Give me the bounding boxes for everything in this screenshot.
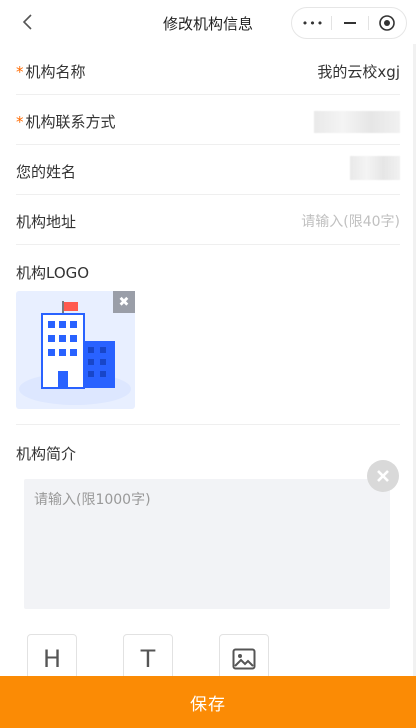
navigation-bar: 修改机构信息 ••• bbox=[0, 0, 416, 44]
close-program-button[interactable] bbox=[368, 8, 406, 38]
more-menu-button[interactable]: ••• bbox=[294, 8, 332, 38]
minus-icon bbox=[344, 22, 356, 24]
target-icon bbox=[379, 15, 395, 31]
org-logo-label: 机构LOGO bbox=[16, 264, 90, 282]
org-contact-label: * 机构联系方式 bbox=[16, 113, 116, 131]
logo-delete-button[interactable]: ✖ bbox=[113, 291, 135, 313]
heading-icon: H bbox=[42, 645, 62, 673]
org-address-input[interactable]: 请输入(限40字) bbox=[301, 211, 400, 231]
your-name-value-redacted[interactable] bbox=[350, 156, 400, 180]
org-name-row[interactable]: * 机构名称 我的云校xgj bbox=[16, 45, 400, 95]
more-dots-icon: ••• bbox=[301, 16, 325, 30]
org-address-label: 机构地址 bbox=[16, 213, 77, 231]
section-divider bbox=[16, 424, 400, 425]
org-name-value[interactable]: 我的云校xgj bbox=[317, 61, 400, 82]
org-intro-placeholder: 请输入(限1000字) bbox=[34, 492, 151, 508]
your-name-label: 您的姓名 bbox=[16, 163, 77, 181]
org-contact-row[interactable]: * 机构联系方式 bbox=[16, 95, 400, 145]
your-name-row[interactable]: 您的姓名 bbox=[16, 145, 400, 195]
intro-clear-button[interactable] bbox=[367, 460, 399, 492]
org-contact-value-redacted[interactable] bbox=[314, 111, 400, 133]
org-intro-textarea[interactable]: 请输入(限1000字) bbox=[24, 479, 390, 609]
close-icon: ✖ bbox=[118, 294, 130, 310]
close-icon bbox=[377, 470, 389, 482]
image-icon bbox=[232, 648, 256, 670]
text-icon: T bbox=[140, 645, 156, 673]
org-address-row[interactable]: 机构地址 请输入(限40字) bbox=[16, 195, 400, 245]
org-intro-label: 机构简介 bbox=[16, 445, 77, 463]
mini-program-capsule: ••• bbox=[291, 7, 407, 39]
org-name-label: * 机构名称 bbox=[16, 63, 86, 81]
save-button[interactable]: 保存 bbox=[0, 676, 416, 728]
required-mark: * bbox=[16, 63, 24, 81]
required-mark: * bbox=[16, 113, 24, 131]
minimize-button[interactable] bbox=[331, 8, 369, 38]
